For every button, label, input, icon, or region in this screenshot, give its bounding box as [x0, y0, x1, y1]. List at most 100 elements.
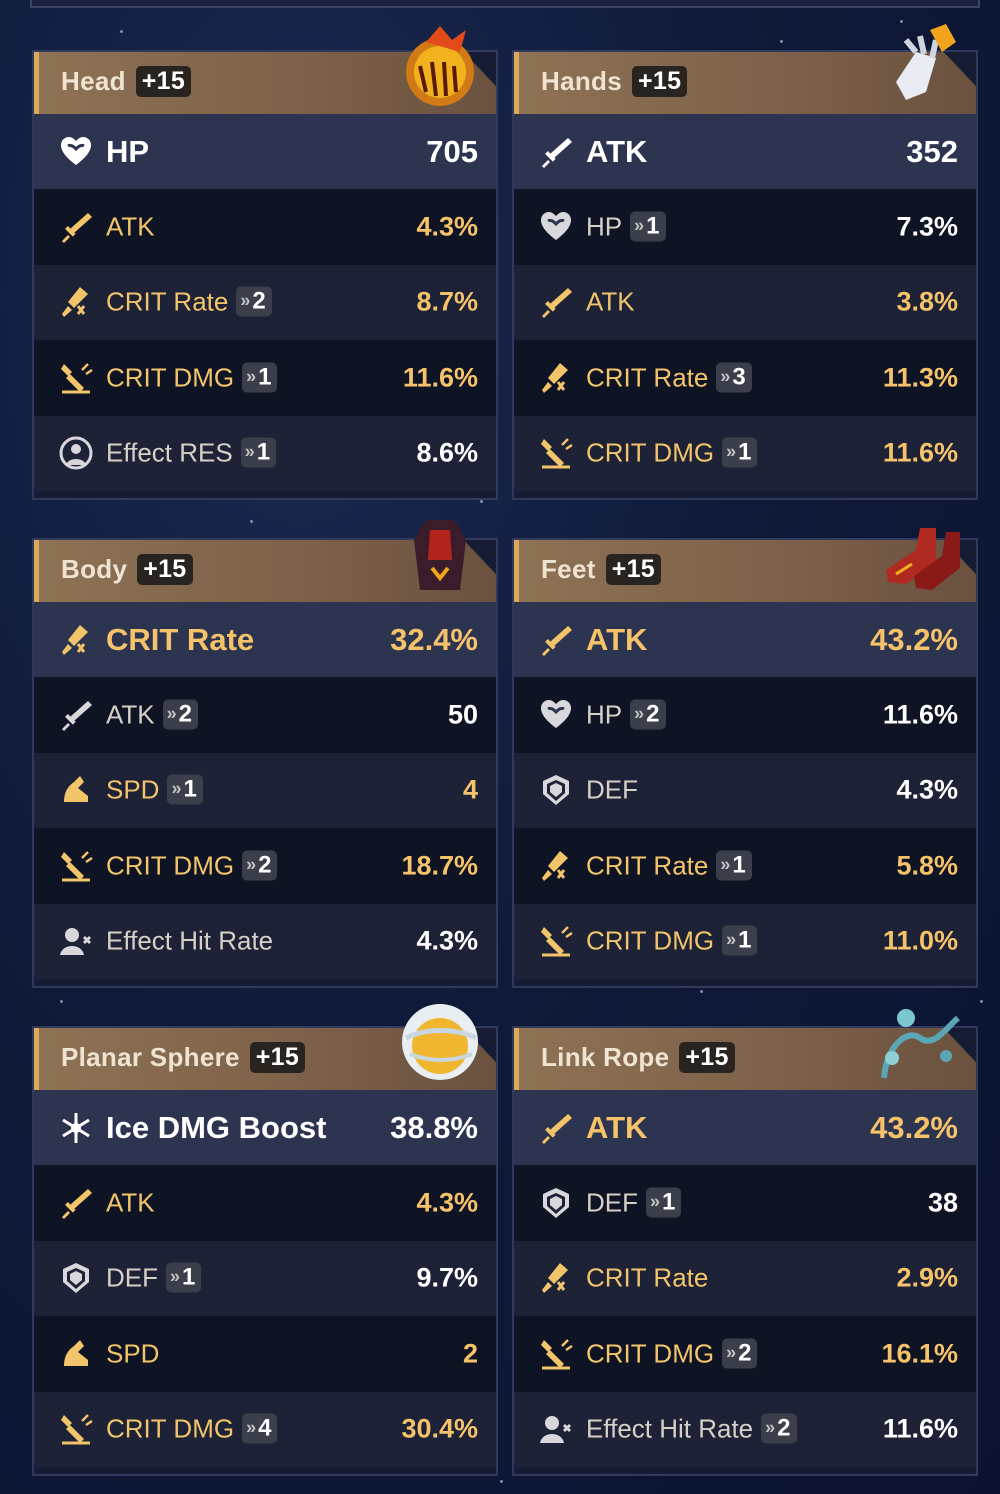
substat-value: 4.3%	[896, 774, 958, 805]
relic-panel-head[interactable]: Head +15 HP 705 ATK 4.3% CRIT Rate »2 8.7%…	[32, 26, 498, 500]
substat-label: Effect Hit Rate »2	[586, 1413, 797, 1445]
main-stat-row: ATK 43.2%	[514, 602, 976, 677]
heart-icon	[538, 697, 574, 733]
main-stat-label: CRIT Rate	[106, 621, 255, 657]
substat-row: CRIT DMG »2 18.7%	[34, 828, 496, 904]
heart-icon	[538, 209, 574, 245]
star	[60, 1000, 63, 1003]
roll-count-badge: »1	[166, 1262, 202, 1293]
hands-artifact-image	[876, 22, 964, 110]
substat-row: CRIT DMG »4 30.4%	[34, 1391, 496, 1467]
substat-value: 11.6%	[882, 1413, 958, 1444]
main-stat-row: ATK 352	[514, 114, 976, 189]
shield-icon	[538, 1185, 574, 1221]
relic-panel-hands[interactable]: Hands +15 ATK 352 HP »1 7.3% ATK 3.8% CRIT…	[512, 24, 978, 500]
substat-value: 3.8%	[896, 286, 958, 317]
substat-row: ATK »2 50	[34, 677, 496, 753]
substat-value: 11.0%	[882, 925, 958, 956]
substat-row: CRIT DMG »1 11.0%	[514, 903, 976, 979]
slot-title: Link Rope +15	[541, 1042, 735, 1073]
substat-value: 5.8%	[896, 850, 958, 881]
shield-icon	[538, 772, 574, 808]
roll-count-badge: »1	[240, 437, 277, 468]
substat-row: CRIT Rate »1 5.8%	[514, 828, 976, 904]
crit-rate-icon	[538, 360, 574, 396]
substat-value: 2	[462, 1338, 478, 1369]
main-stat-value: 43.2%	[870, 621, 958, 657]
relic-panel-body[interactable]: Body +15 CRIT Rate 32.4% ATK »2 50 SPD »1 4…	[32, 520, 498, 988]
roll-count-badge: »2	[236, 286, 272, 317]
crit-dmg-icon	[58, 848, 94, 884]
effect-hit-icon	[58, 923, 94, 959]
sword-icon	[58, 209, 94, 245]
feet-artifact-image	[876, 510, 964, 598]
relic-panel-feet[interactable]: Feet +15 ATK 43.2% HP »2 11.6% DEF 4.3% CR…	[512, 528, 978, 988]
substat-row: CRIT DMG »1 11.6%	[514, 415, 976, 491]
substat-value: 8.6%	[416, 437, 478, 468]
crit-dmg-icon	[538, 1336, 574, 1372]
substat-row: DEF 4.3%	[514, 752, 976, 828]
star	[780, 40, 783, 43]
substat-label: SPD	[106, 1338, 160, 1369]
crit-rate-icon	[58, 622, 94, 658]
slot-title: Feet +15	[541, 554, 661, 585]
substat-row: Effect RES »1 8.6%	[34, 415, 496, 491]
substat-label: HP »2	[586, 699, 666, 730]
main-stat-row: HP 705	[34, 114, 496, 189]
level-badge: +15	[249, 1042, 306, 1073]
substat-row: HP »2 11.6%	[514, 677, 976, 753]
roll-count-badge: »1	[722, 925, 758, 956]
substat-label: ATK »2	[106, 699, 199, 730]
substat-value: 4.3%	[416, 211, 478, 242]
effect-res-icon	[58, 435, 94, 471]
main-stat-label: ATK	[586, 621, 648, 657]
effect-hit-icon	[538, 1411, 574, 1447]
main-stat-label: Ice DMG Boost	[106, 1109, 327, 1145]
substat-row: SPD »1 4	[34, 752, 496, 828]
crit-rate-icon	[538, 848, 574, 884]
substat-row: CRIT DMG »1 11.6%	[34, 340, 496, 416]
crit-dmg-icon	[538, 923, 574, 959]
substat-row: CRIT Rate »3 11.3%	[514, 340, 976, 416]
substat-row: ATK 3.8%	[514, 264, 976, 340]
crit-dmg-icon	[58, 360, 94, 396]
substat-row: CRIT Rate 2.9%	[514, 1240, 976, 1316]
crit-rate-icon	[58, 284, 94, 320]
substat-value: 11.6%	[402, 362, 478, 393]
sword-icon	[538, 134, 574, 170]
substat-value: 38	[927, 1187, 958, 1218]
head-artifact-image	[396, 22, 484, 110]
substat-row: Effect Hit Rate 4.3%	[34, 903, 496, 979]
sword-icon	[58, 1185, 94, 1221]
substat-label: ATK	[106, 1187, 155, 1218]
substat-label: CRIT Rate »2	[106, 286, 272, 318]
substat-row: ATK 4.3%	[34, 189, 496, 265]
substat-label: ATK	[106, 211, 155, 242]
substat-value: 4	[462, 774, 478, 805]
slot-title: Head +15	[61, 66, 192, 97]
roll-count-badge: »2	[722, 1338, 758, 1369]
roll-count-badge: »2	[630, 699, 666, 730]
substat-row: CRIT DMG »2 16.1%	[514, 1316, 976, 1392]
substat-value: 11.6%	[882, 437, 958, 468]
substat-label: CRIT DMG »4	[106, 1413, 278, 1445]
main-stat-value: 38.8%	[390, 1109, 478, 1145]
substat-label: Effect Hit Rate	[106, 925, 274, 956]
level-badge: +15	[679, 1042, 735, 1073]
substat-label: DEF »1	[106, 1262, 202, 1294]
heart-icon	[58, 134, 94, 170]
speed-icon	[58, 772, 94, 808]
star	[700, 990, 703, 993]
substat-label: CRIT Rate »1	[586, 850, 752, 881]
substat-value: 50	[447, 699, 478, 730]
crit-dmg-icon	[58, 1411, 94, 1447]
main-stat-row: CRIT Rate 32.4%	[34, 602, 496, 677]
main-stat-row: Ice DMG Boost 38.8%	[34, 1090, 496, 1165]
roll-count-badge: »1	[242, 362, 278, 393]
link-rope-artifact-image	[876, 998, 964, 1086]
roll-count-badge: »1	[167, 774, 203, 805]
main-stat-label: ATK	[586, 133, 648, 169]
relic-panel-link-rope[interactable]: Link Rope +15 ATK 43.2% DEF »1 38 CRIT Rat…	[512, 1009, 978, 1476]
relic-panel-planar-sphere[interactable]: Planar Sphere +15 Ice DMG Boost 38.8% ATK…	[32, 1004, 498, 1476]
substat-row: ATK 4.3%	[34, 1165, 496, 1241]
